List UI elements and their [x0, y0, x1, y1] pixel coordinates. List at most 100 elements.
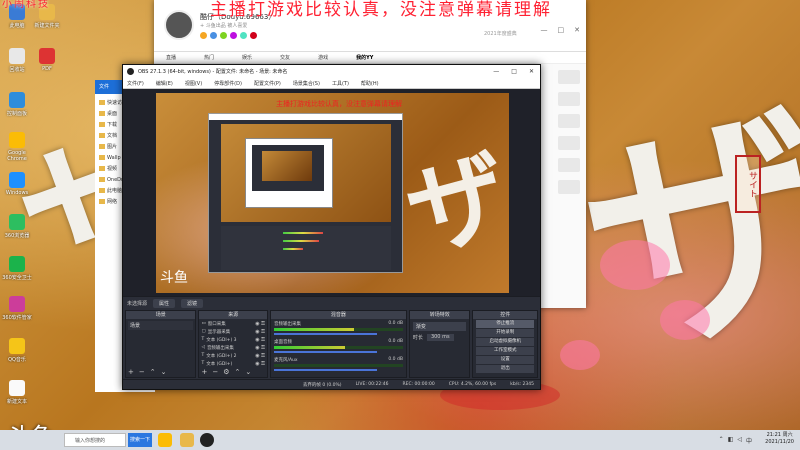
remove-icon[interactable]: − [139, 368, 145, 376]
chevron-up-icon[interactable]: ⌃ [719, 436, 724, 445]
desktop-icon[interactable]: 360浏览器 [2, 214, 32, 239]
browser-nav-item[interactable]: 交友 [280, 54, 290, 61]
desktop-icon[interactable]: Windows [2, 172, 32, 196]
obs-menu-item[interactable]: 文件(F) [127, 80, 144, 87]
maximize-button[interactable]: □ [511, 68, 517, 75]
desktop-icon[interactable]: 新建文本 [2, 380, 32, 405]
volume-meter [273, 346, 403, 349]
maximize-button[interactable]: □ [558, 26, 565, 34]
obs-titlebar[interactable]: OBS 27.1.3 (64-bit, windows) - 配置文件: 未命名… [123, 65, 540, 78]
sakura-decoration [600, 240, 670, 290]
close-button[interactable]: ✕ [574, 26, 580, 34]
obs-menu-item[interactable]: 停靠部件(D) [214, 80, 242, 87]
control-button[interactable]: 启动虚拟摄像机 [476, 338, 534, 346]
source-label: 文本 (GDI+) 3 [206, 337, 237, 343]
mixer-channel-level: 0.0 dB [388, 321, 403, 326]
sources-dock: 来源 ▭ 窗口采集 ◉ ⚿ ▢ 显示器采集 ◉ ⚿ T 文本 (GDI+) 3 ◉ ⚿ ◁ 音频输出… [198, 310, 268, 378]
add-icon[interactable]: + [128, 368, 134, 376]
obs-preview-canvas[interactable]: ザ ザ 主播打游戏比较认真，没注意弹幕请理解 斗鱼 [156, 93, 509, 293]
obs-icon[interactable] [200, 433, 214, 447]
window-controls: — □ ✕ [541, 26, 581, 34]
avatar[interactable] [164, 10, 194, 40]
explorer-file-tab[interactable]: 文件 [99, 83, 109, 90]
badge-icon [240, 32, 247, 39]
add-icon[interactable]: + [201, 368, 207, 376]
gear-icon[interactable]: ⚙ [223, 368, 229, 376]
obs-menu-item[interactable]: 帮助(H) [361, 80, 379, 87]
control-button[interactable]: 开始录制 [476, 329, 534, 337]
folder-icon [99, 144, 105, 149]
control-button[interactable]: 停止推流 [476, 320, 534, 328]
app-icon [9, 214, 25, 230]
desktop-icon[interactable]: 控制面板 [2, 92, 32, 117]
obs-preview-area[interactable]: ザ ザ 主播打游戏比较认真，没注意弹幕请理解 斗鱼 [123, 89, 540, 296]
browser-nav-item[interactable]: 游戏 [318, 54, 328, 61]
obs-menu-item[interactable]: 工具(T) [332, 80, 349, 87]
desktop-icon[interactable]: 360软件管家 [2, 296, 32, 321]
scene-item[interactable]: 场景 [128, 321, 194, 330]
browser-nav-item[interactable]: 娱乐 [242, 54, 252, 61]
visibility-lock-icons[interactable]: ◉ ⚿ [255, 321, 265, 327]
obs-menu-item[interactable]: 场景集合(S) [293, 80, 320, 87]
visibility-lock-icons[interactable]: ◉ ⚿ [255, 361, 265, 367]
control-button[interactable]: 设置 [476, 356, 534, 364]
promo-text[interactable]: 2021年度盛典 [484, 30, 517, 37]
obs-menu-item[interactable]: 视图(V) [185, 80, 202, 87]
properties-button[interactable]: 属性 [153, 298, 176, 308]
obs-window[interactable]: OBS 27.1.3 (64-bit, windows) - 配置文件: 未命名… [122, 64, 541, 390]
move-down-icon[interactable]: ⌄ [161, 368, 167, 376]
desktop-icon-label: Google Chrome [7, 150, 27, 162]
badge-icon [230, 32, 237, 39]
duration-input[interactable]: 300 ms [426, 334, 454, 341]
volume-slider[interactable] [273, 369, 378, 371]
desktop-icon[interactable]: 回收站 [2, 48, 32, 73]
source-item[interactable]: ◁ 音频输出采集 ◉ ⚿ [201, 344, 264, 351]
visibility-lock-icons[interactable]: ◉ ⚿ [255, 329, 265, 335]
source-item[interactable]: ▭ 窗口采集 ◉ ⚿ [201, 320, 264, 327]
chrome-icon[interactable] [158, 433, 172, 447]
source-item[interactable]: T 文本 (GDI+) 3 ◉ ⚿ [201, 336, 264, 343]
minimize-button[interactable]: — [493, 68, 499, 75]
app-icon [39, 48, 55, 64]
desktop-icon[interactable]: 360安全卫士 [2, 256, 32, 281]
browser-nav-item[interactable]: 我的YY [356, 54, 373, 61]
visibility-lock-icons[interactable]: ◉ ⚿ [255, 337, 265, 343]
control-button[interactable]: 工作室模式 [476, 347, 534, 355]
volume-slider[interactable] [273, 333, 378, 335]
clock-time: 21:21 周六 [766, 432, 793, 438]
source-item[interactable]: T 文本 (GDI+) ◉ ⚿ [201, 360, 264, 367]
volume-slider[interactable] [273, 351, 378, 353]
browser-nav-item[interactable]: 热门 [204, 54, 214, 61]
remove-icon[interactable]: − [212, 368, 218, 376]
no-source-label: 未选择源 [127, 300, 148, 307]
close-button[interactable]: ✕ [529, 68, 534, 75]
browser-nav-item[interactable]: 直播 [166, 54, 176, 61]
folder-icon[interactable] [180, 433, 194, 447]
source-item[interactable]: ▢ 显示器采集 ◉ ⚿ [201, 328, 264, 335]
visibility-lock-icons[interactable]: ◉ ⚿ [255, 353, 265, 359]
minimize-button[interactable]: — [541, 26, 548, 34]
ime-icon[interactable]: 中 [746, 436, 752, 445]
transition-select[interactable]: 渐变 [412, 322, 467, 331]
taskbar-search-button[interactable]: 搜索一下 [128, 433, 152, 447]
obs-menu-item[interactable]: 编辑(E) [156, 80, 173, 87]
source-item[interactable]: T 文本 (GDI+) 2 ◉ ⚿ [201, 352, 264, 359]
desktop-icon[interactable]: QQ音乐 [2, 338, 32, 363]
mixer-dock: 混音器 音频输出采集 0.0 dB 桌面音频 0.0 dB 麦克风/Aux 0.0 dB [269, 310, 407, 378]
mixer-channel: 桌面音频 0.0 dB [271, 337, 406, 355]
clock[interactable]: 21:21 周六 2021/11/20 [765, 432, 794, 446]
volume-icon[interactable]: ◁ [737, 436, 742, 445]
move-down-icon[interactable]: ⌄ [245, 368, 251, 376]
move-up-icon[interactable]: ⌃ [235, 368, 241, 376]
filters-button[interactable]: 滤镜 [181, 298, 204, 308]
move-up-icon[interactable]: ⌃ [150, 368, 156, 376]
network-icon[interactable]: ◧ [728, 436, 734, 445]
taskbar-search-input[interactable]: 输入你想搜的 [64, 433, 126, 447]
desktop-icon[interactable]: PDF [32, 48, 62, 72]
nested-obs-docks [221, 226, 391, 270]
scenes-toolbar: + − ⌃ ⌄ [128, 368, 167, 376]
visibility-lock-icons[interactable]: ◉ ⚿ [255, 345, 265, 351]
obs-menu-item[interactable]: 配置文件(P) [254, 80, 281, 87]
desktop-icon[interactable]: Google Chrome [2, 132, 32, 162]
control-button[interactable]: 退出 [476, 365, 534, 373]
